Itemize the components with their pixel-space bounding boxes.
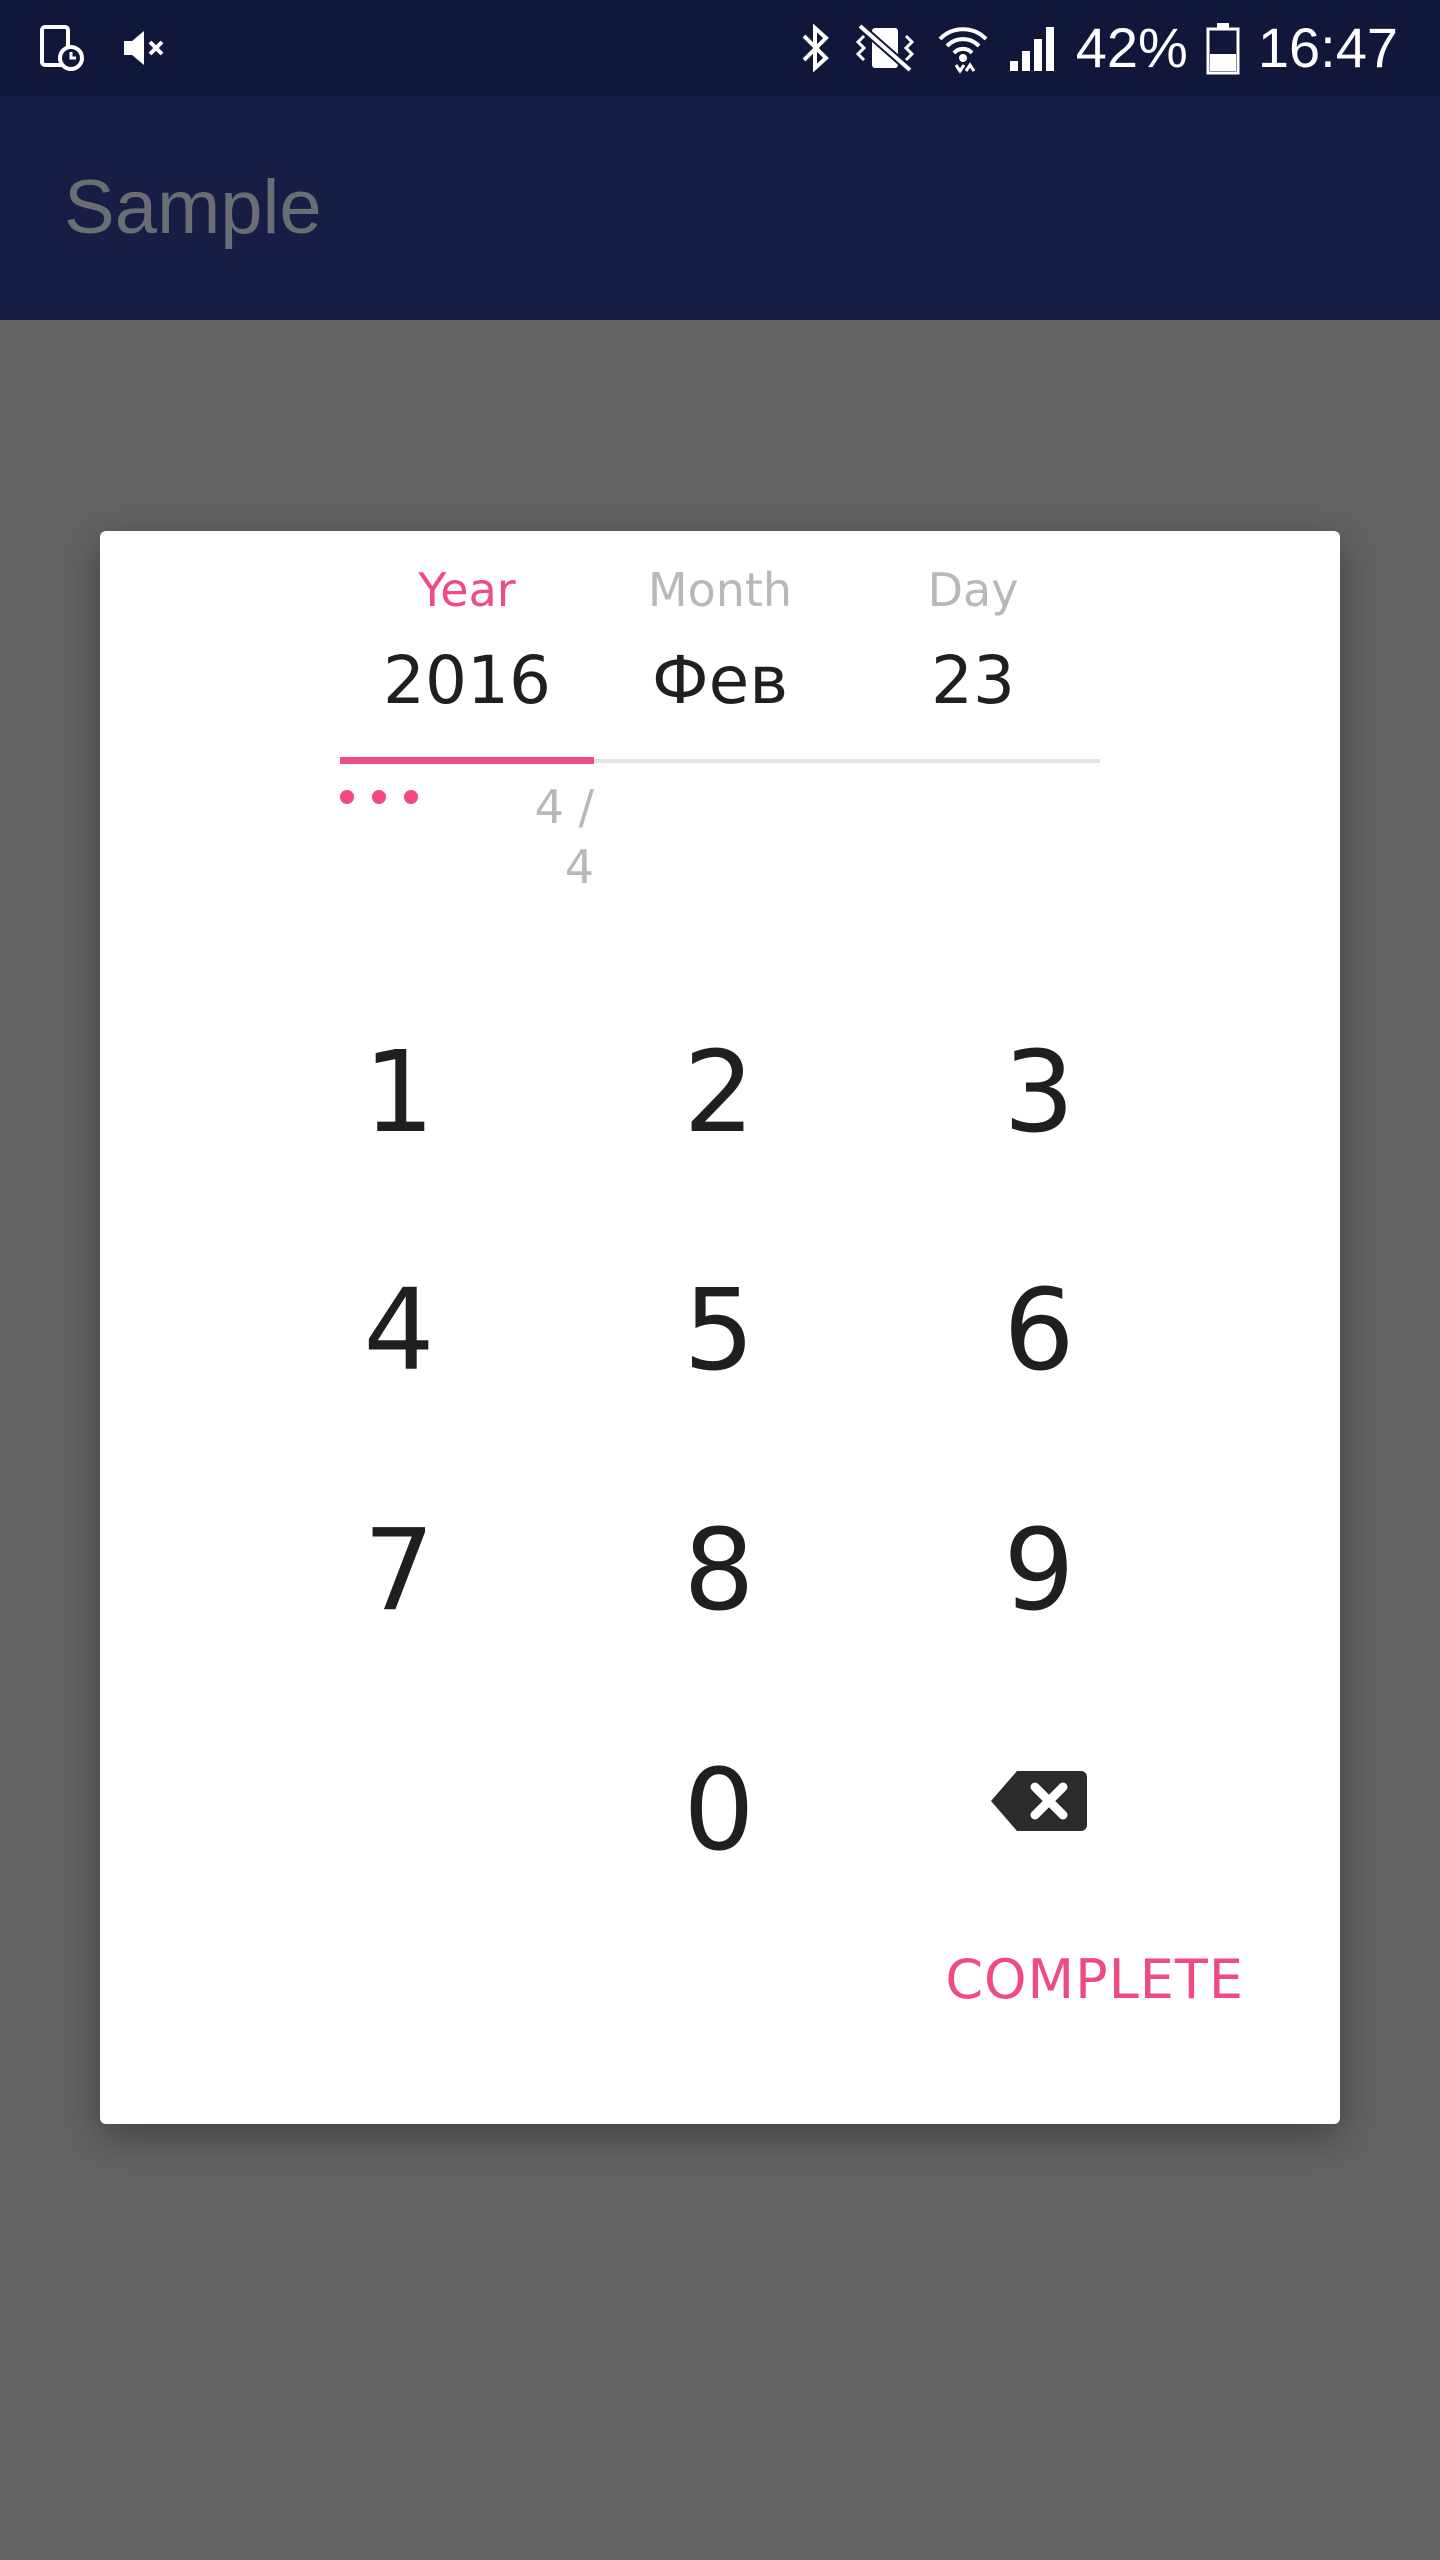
date-picker-dialog: Year 2016 Month Фев Day 23 4 / 4 1 2 3 4… <box>100 531 1340 2124</box>
signal-icon <box>1009 27 1054 71</box>
tab-month-label: Month <box>647 563 793 617</box>
entered-digit-dots <box>340 790 418 804</box>
backspace-button[interactable] <box>919 1701 1159 1901</box>
tab-year-value: 2016 <box>383 642 551 719</box>
digit-dot <box>340 790 354 804</box>
app-bar: Sample <box>0 96 1440 320</box>
digit-dot <box>372 790 386 804</box>
tab-day-label: Day <box>927 563 1019 617</box>
wifi-icon <box>938 27 988 74</box>
key-2[interactable]: 2 <box>599 993 839 1193</box>
key-8[interactable]: 8 <box>599 1471 839 1671</box>
key-5[interactable]: 5 <box>599 1231 839 1431</box>
complete-button[interactable]: COMPLETE <box>945 1935 1244 2025</box>
bluetooth-icon <box>802 23 829 73</box>
tablet-clock-icon <box>40 25 84 71</box>
tab-year-label: Year <box>418 563 516 617</box>
tab-month-value: Фев <box>651 642 789 719</box>
battery-percent: 42% <box>1075 16 1188 79</box>
volume-mute-icon <box>124 31 164 65</box>
status-time: 16:47 <box>1257 16 1398 79</box>
backspace-icon <box>991 1771 1087 1831</box>
digit-count: 4 / 4 <box>534 780 594 894</box>
status-bar: 42% 16:47 <box>0 0 1440 96</box>
digit-dot <box>404 790 418 804</box>
key-3[interactable]: 3 <box>919 993 1159 1193</box>
tab-indicator <box>340 757 594 764</box>
key-1[interactable]: 1 <box>279 993 519 1193</box>
battery-icon <box>1206 23 1240 75</box>
vibrate-icon <box>855 22 914 74</box>
tab-day-value: 23 <box>931 642 1015 719</box>
app-title: Sample <box>64 165 322 250</box>
status-right-icons: 42% 16:47 <box>798 0 1398 96</box>
key-4[interactable]: 4 <box>279 1231 519 1431</box>
key-9[interactable]: 9 <box>919 1471 1159 1671</box>
key-7[interactable]: 7 <box>279 1471 519 1671</box>
key-6[interactable]: 6 <box>919 1231 1159 1431</box>
status-left-icons <box>38 0 168 96</box>
key-0[interactable]: 0 <box>599 1711 839 1911</box>
